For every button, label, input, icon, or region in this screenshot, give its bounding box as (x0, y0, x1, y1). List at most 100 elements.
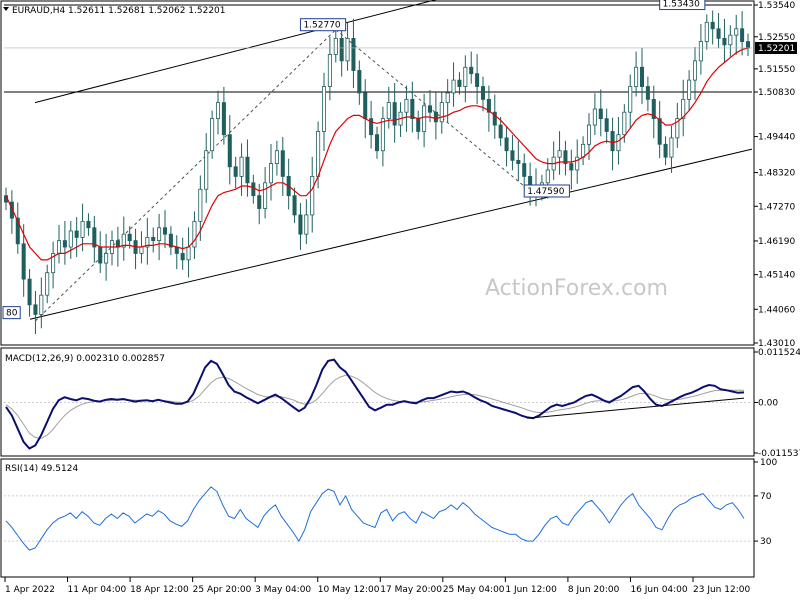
candle-body (198, 188, 203, 222)
candle-body (268, 163, 274, 184)
candle-body (545, 169, 550, 184)
candle-body (451, 79, 456, 94)
candle-body (622, 111, 627, 136)
candle-body (480, 86, 486, 100)
price-tick-label: 1.52550 (758, 33, 795, 43)
candle-body (298, 214, 303, 235)
candle-body (33, 304, 38, 315)
macd-panel-frame (0, 347, 755, 457)
candle-body (86, 220, 91, 229)
candle-body (304, 214, 309, 235)
price-tick-label: 1.45140 (758, 271, 795, 281)
candle-body (357, 70, 362, 94)
candle-body (728, 34, 733, 46)
time-tick-label: 1 Jun 12:00 (505, 585, 557, 595)
macd-axis: 0.0115240.00-0.011537 (754, 348, 800, 459)
time-tick-label: 23 Jun 12:00 (693, 585, 750, 595)
candle-body (704, 21, 709, 42)
candle-body (645, 86, 650, 100)
rsi-tick-label: 100 (760, 458, 777, 468)
candle-body (404, 98, 409, 113)
candle-body (581, 143, 586, 158)
time-tick-label: 25 Apr 20:00 (193, 585, 252, 595)
candle-body (215, 102, 221, 120)
annotation-label: 1.52770 (303, 21, 340, 31)
candle-body (498, 124, 503, 139)
candle-body (345, 37, 350, 62)
candle-body (416, 118, 421, 132)
candle-body (351, 37, 356, 71)
price-tick-label: 1.53540 (758, 1, 795, 11)
candle-body (427, 105, 433, 113)
candle-body (557, 150, 562, 158)
time-axis: 1 Apr 2022 11 Apr 04:00 18 Apr 12:00 25 Apr… (4, 577, 750, 595)
price-tick-label: 1.50830 (758, 88, 795, 98)
candle-body (722, 37, 727, 46)
candle-body (639, 66, 645, 87)
price-tick-label: 1.46190 (758, 237, 795, 247)
time-tick-label: 3 May 04:00 (255, 585, 311, 595)
candle-body (374, 134, 380, 152)
candle-body (745, 41, 751, 49)
current-price-text: 1.52201 (758, 44, 795, 54)
candle-body (698, 41, 703, 62)
annotation-label: 1.47590 (527, 187, 564, 197)
candle-body (339, 37, 344, 62)
candle-body (392, 102, 397, 126)
annotation-label: 1.53430 (663, 0, 700, 10)
candle-body (463, 66, 468, 87)
candle-body (56, 240, 62, 254)
candle-body (433, 111, 438, 123)
candle-body (516, 159, 521, 164)
time-tick-label: 11 Apr 04:00 (68, 585, 127, 595)
forex-chart: ActionForex.com 1.527701.534301.4759080 … (0, 0, 800, 595)
time-tick-label: 8 Jun 20:00 (568, 585, 620, 595)
candle-body (716, 28, 721, 39)
time-tick-label: 18 Apr 12:00 (130, 585, 189, 595)
candle-body (192, 220, 197, 248)
candle-body (310, 176, 315, 216)
candle-body (363, 92, 368, 120)
price-tick-label: 1.48320 (758, 169, 795, 179)
candle-body (274, 150, 279, 164)
candle-body (422, 105, 427, 132)
chart-root: ActionForex.com 1.52770 1.53430 1.47590 80 … (0, 0, 800, 600)
candle-body (734, 28, 739, 36)
candle-body (180, 253, 185, 261)
time-tick-label: 17 May 20:00 (380, 585, 442, 595)
candle-body (292, 195, 297, 216)
time-tick-label: 10 May 12:00 (318, 585, 380, 595)
candle-body (162, 227, 168, 235)
candle-body (68, 230, 73, 248)
rsi-tick-label: 30 (760, 537, 772, 547)
candle-body (710, 21, 715, 30)
candle-body (98, 246, 103, 264)
candle-body (139, 246, 144, 254)
candle-body (669, 137, 674, 158)
candle-body (245, 156, 250, 184)
annotation-label: 80 (6, 309, 18, 319)
candle-body (210, 118, 215, 152)
macd-tick-label: 0.00 (758, 398, 778, 408)
candle-body (469, 66, 474, 75)
candle-body (27, 278, 32, 306)
candle-body (74, 230, 79, 238)
candle-body (569, 163, 574, 171)
price-tick-label: 1.49440 (758, 133, 795, 143)
macd-tick-label: 0.011524 (758, 348, 800, 358)
candle-body (475, 73, 480, 87)
candle-body (45, 272, 50, 296)
candle-body (327, 54, 332, 87)
candle-body (39, 294, 44, 315)
candle-body (386, 102, 391, 120)
candle-body (174, 246, 179, 254)
price-tick-label: 1.47270 (758, 202, 795, 212)
price-tick-label: 1.51550 (758, 65, 795, 75)
candle-body (657, 118, 662, 145)
candle-body (263, 182, 268, 209)
candle-body (740, 28, 745, 42)
candle-body (157, 227, 162, 242)
candle-body (586, 124, 592, 145)
candle-body (604, 118, 609, 132)
candle-body (598, 108, 603, 120)
